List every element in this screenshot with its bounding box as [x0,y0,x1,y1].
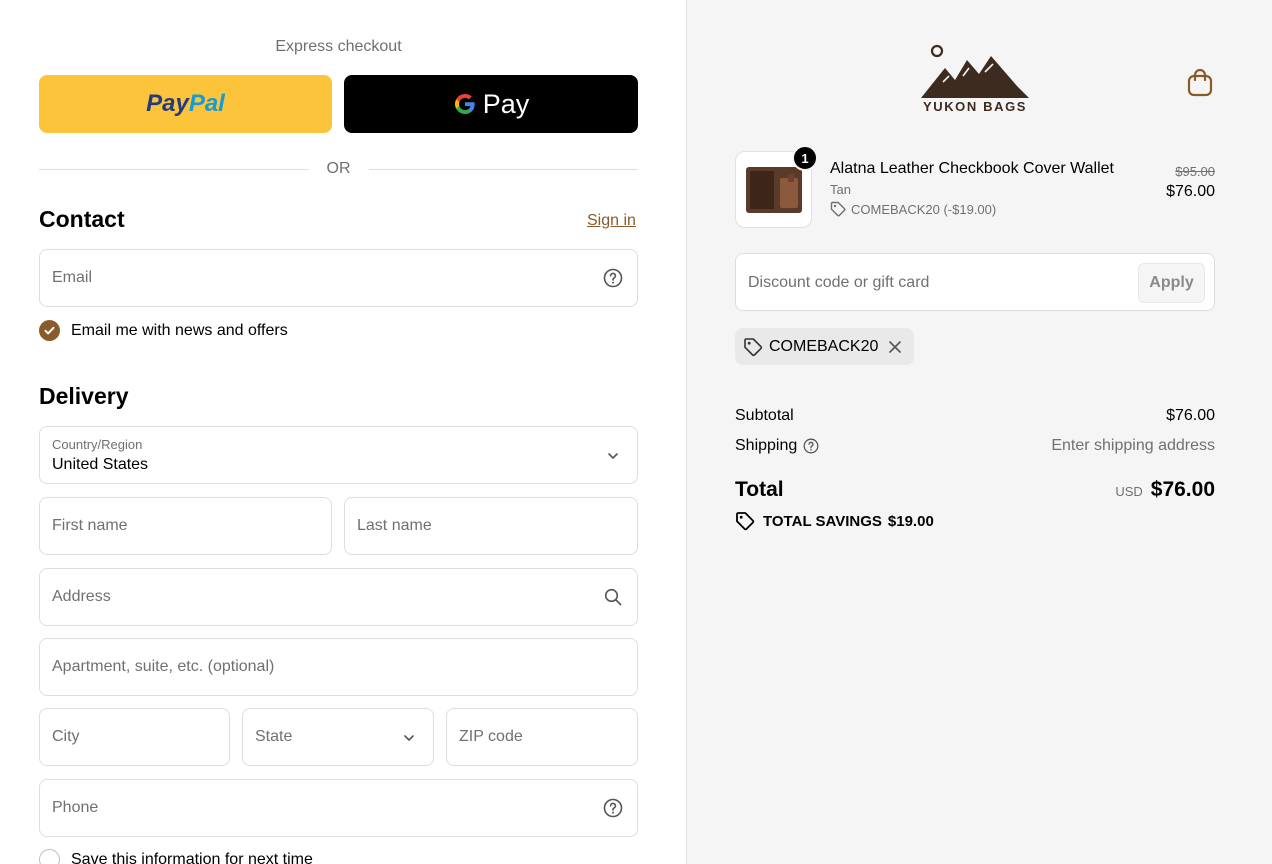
tag-icon [830,201,846,217]
close-icon [889,340,902,353]
brand-name: YUKON BAGS [922,99,1028,114]
delivery-heading: Delivery [39,383,129,409]
save-info-checkbox[interactable] [39,849,60,864]
divider-line [39,168,309,170]
remove-discount-button[interactable] [888,340,902,354]
quantity-badge: 1 [792,145,818,171]
news-checkbox[interactable] [39,320,60,341]
news-checkbox-label: Email me with news and offers [71,321,288,339]
product-variant: Tan [830,182,851,197]
tag-icon [744,337,763,356]
apartment-placeholder: Apartment, suite, etc. (optional) [52,658,275,675]
email-field[interactable]: Email [39,249,638,307]
state-placeholder: State [255,728,293,745]
order-summary-panel [686,0,1272,864]
country-select[interactable]: Country/Region United States [39,426,638,484]
chevron-down-icon [608,453,618,459]
product-discount-label: COMEBACK20 (-$19.00) [851,201,997,217]
country-value: United States [52,456,149,473]
product-name: Alatna Leather Checkbook Cover Wallet [830,160,1114,177]
total-value: $76.00 [1150,478,1215,501]
original-price: $95.00 [1175,164,1215,179]
total-savings-label: TOTAL SAVINGS [763,512,882,530]
first-name-field[interactable]: First name [39,497,332,555]
product-discount: COMEBACK20 (-$19.00) [830,201,996,217]
phone-field[interactable]: Phone [39,779,638,837]
express-checkout-title: Express checkout [275,38,402,55]
or-divider: OR [39,158,638,180]
save-info-label: Save this information for next time [71,850,313,864]
search-icon [604,588,622,606]
applied-discount-chip: COMEBACK20 [735,328,915,365]
google-g-icon [454,94,475,114]
first-name-placeholder: First name [52,517,128,534]
mountain-logo-icon [921,44,1029,98]
brand-logo[interactable]: YUKON BAGS [915,42,1035,116]
currency-code: USD [1115,484,1143,499]
city-field[interactable]: City [39,708,230,766]
help-circle-icon[interactable] [603,268,623,288]
save-info-checkbox-row[interactable]: Save this information for next time [39,849,313,864]
google-pay-button[interactable]: Pay [344,75,638,133]
discount-code-placeholder: Discount code or gift card [748,274,930,291]
news-checkbox-row[interactable]: Email me with news and offers [39,320,288,341]
last-name-field[interactable]: Last name [344,497,638,555]
email-placeholder: Email [52,269,93,286]
subtotal-label: Subtotal [735,407,794,424]
checkout-form-panel: Express checkout Pay Pal Pay OR Contact S… [0,0,686,864]
applied-discount-code: COMEBACK20 [769,337,879,355]
subtotal-row: Subtotal $76.00 [735,407,1215,425]
help-circle-icon[interactable] [803,438,819,454]
shipping-row: Shipping Enter shipping address [735,437,1215,455]
last-name-placeholder: Last name [357,517,432,534]
or-label: OR [326,160,351,177]
address-placeholder: Address [52,588,111,605]
total-amount: USD $76.00 [1115,478,1215,502]
apply-button[interactable]: Apply [1138,263,1205,303]
total-savings: TOTAL SAVINGS $19.00 [735,511,934,531]
sign-in-link[interactable]: Sign in [587,212,636,230]
apartment-field[interactable]: Apartment, suite, etc. (optional) [39,638,638,696]
shipping-value: Enter shipping address [1051,437,1215,454]
chevron-down-icon [404,735,414,741]
paypal-logo-part1: Pay [146,90,189,117]
item-price: $76.00 [1166,183,1215,200]
country-label: Country/Region [52,437,143,452]
state-select[interactable]: State [242,708,434,766]
city-placeholder: City [52,728,80,745]
discount-code-field[interactable]: Discount code or gift card Apply [735,253,1215,311]
phone-placeholder: Phone [52,799,99,816]
subtotal-value: $76.00 [1166,407,1215,424]
total-savings-value: $19.00 [887,512,934,530]
zip-placeholder: ZIP code [459,728,523,745]
google-pay-label: Pay [482,88,530,119]
total-label: Total [735,478,784,501]
paypal-logo-part2: Pal [188,90,225,117]
tag-icon [736,512,755,531]
checkmark-icon [44,326,55,335]
shopping-bag-icon[interactable] [1186,67,1214,97]
shipping-label: Shipping [735,437,798,454]
divider-line [368,168,638,170]
contact-heading: Contact [39,206,125,232]
zip-field[interactable]: ZIP code [446,708,638,766]
help-circle-icon[interactable] [603,798,623,818]
address-field[interactable]: Address [39,568,638,626]
total-row: Total USD $76.00 [735,478,1215,502]
paypal-button[interactable]: Pay Pal [39,75,332,133]
